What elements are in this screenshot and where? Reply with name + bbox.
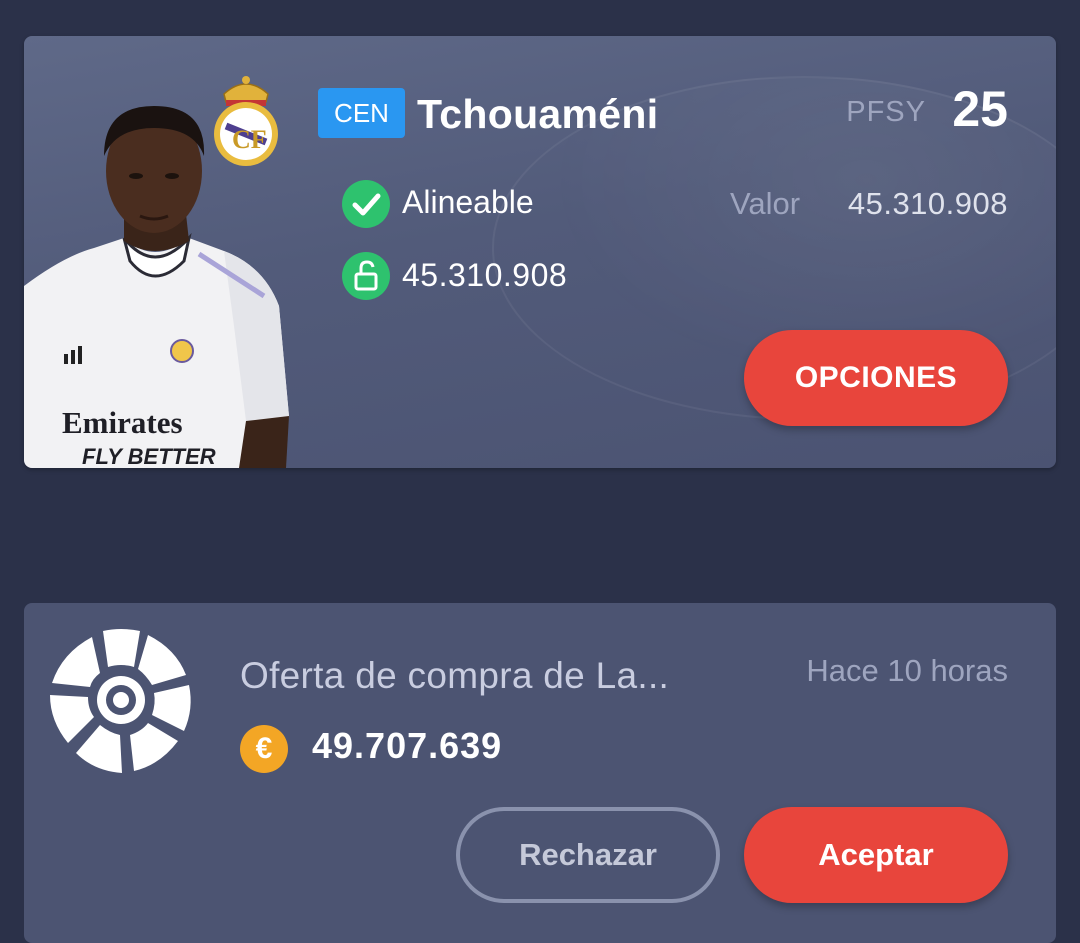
laliga-logo-icon bbox=[50, 629, 191, 773]
svg-text:CF: CF bbox=[232, 125, 267, 154]
player-card[interactable]: Emirates FLY BETTER CF CEN Tchouaméni PF… bbox=[24, 36, 1056, 468]
release-clause-value: 45.310.908 bbox=[402, 257, 568, 293]
accept-button[interactable]: Aceptar bbox=[744, 807, 1008, 903]
market-value-label: Valor bbox=[730, 186, 801, 221]
options-button[interactable]: OPCIONES bbox=[744, 330, 1008, 426]
check-circle-icon bbox=[342, 180, 390, 228]
offer-title[interactable]: Oferta de compra de La... bbox=[240, 655, 669, 697]
offer-timestamp: Hace 10 horas bbox=[806, 653, 1008, 688]
pfsy-points: 25 bbox=[952, 81, 1008, 137]
jersey-sponsor: Emirates bbox=[62, 405, 183, 440]
reject-button[interactable]: Rechazar bbox=[456, 807, 720, 903]
jersey-sponsor-slogan: FLY BETTER bbox=[82, 444, 216, 468]
position-badge: CEN bbox=[318, 88, 405, 138]
unlock-icon bbox=[342, 252, 390, 300]
real-madrid-crest-icon: CF bbox=[214, 76, 278, 166]
player-name[interactable]: Tchouaméni bbox=[417, 86, 658, 142]
pfsy-label: PFSY bbox=[846, 96, 926, 128]
euro-coin-icon: € bbox=[240, 725, 288, 773]
offer-card: Oferta de compra de La... Hace 10 horas … bbox=[24, 603, 1056, 943]
availability-status: Alineable bbox=[402, 184, 534, 220]
market-value: 45.310.908 bbox=[847, 186, 1008, 221]
offer-amount: 49.707.639 bbox=[312, 725, 503, 766]
